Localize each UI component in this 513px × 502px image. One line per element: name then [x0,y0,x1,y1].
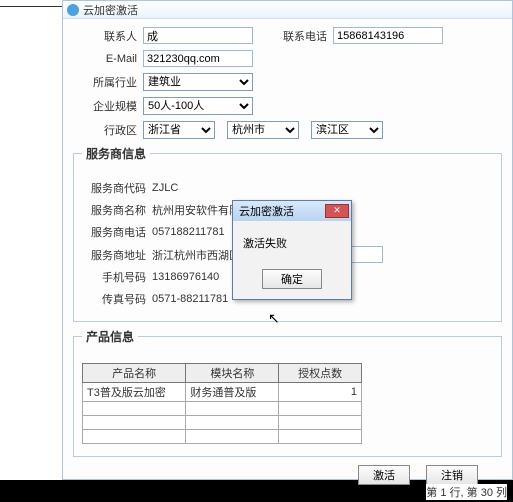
provider-code-label: 服务商代码 [82,180,152,196]
industry-select[interactable]: 建筑业 [143,73,253,91]
message-dialog: 云加密激活 ✕ 激活失败 确定 [232,200,352,300]
window-title: 云加密激活 [83,2,138,18]
dialog-ok-button[interactable]: 确定 [262,269,322,289]
provider-name-label: 服务商名称 [82,202,152,218]
provider-fax-label: 传真号码 [82,291,152,307]
product-legend: 产品信息 [82,328,138,345]
activate-button[interactable]: 激活 [358,465,410,485]
city-select[interactable]: 杭州市 [227,121,299,139]
table-row[interactable] [83,402,362,416]
app-icon [67,4,79,16]
district-select[interactable]: 滨江区 [311,121,383,139]
col-product: 产品名称 [83,364,186,383]
title-bar: 云加密激活 [63,1,512,19]
table-header-row: 产品名称 模块名称 授权点数 [83,364,362,383]
register-button[interactable]: 注销 [426,465,478,485]
col-module: 模块名称 [186,364,279,383]
province-select[interactable]: 浙江省 [143,121,215,139]
provider-tel-value: 057188211781 [152,226,225,238]
dialog-message: 激活失败 [233,221,351,255]
provider-legend: 服务商信息 [82,145,150,162]
col-license: 授权点数 [279,364,362,383]
product-table: 产品名称 模块名称 授权点数 T3普及版云加密 财务通普及版 1 [82,363,362,444]
region-label: 行政区 [73,122,143,138]
provider-mobile-label: 手机号码 [82,269,152,285]
provider-tel-label: 服务商电话 [82,224,152,240]
close-icon[interactable]: ✕ [325,204,349,218]
status-bar: 第 1 行, 第 30 列 [426,484,507,500]
dialog-title: 云加密激活 [239,203,294,219]
phone-label: 联系电话 [253,28,333,44]
contact-label: 联系人 [73,28,143,44]
industry-label: 所属行业 [73,74,143,90]
table-row[interactable]: T3普及版云加密 财务通普及版 1 [83,383,362,402]
scale-select[interactable]: 50人-100人 [143,97,253,115]
provider-fax-value: 0571-88211781 [152,293,228,305]
provider-addr-label: 服务商地址 [82,247,152,263]
contact-input[interactable] [143,27,253,44]
product-fieldset: 产品信息 产品名称 模块名称 授权点数 T3普及版云加密 财务通普及版 1 [73,328,502,457]
table-row[interactable] [83,430,362,444]
table-row[interactable] [83,416,362,430]
phone-input[interactable] [333,27,443,44]
provider-code-value: ZJLC [152,182,178,194]
email-input[interactable] [143,50,253,67]
provider-mobile-value: 13186976140 [152,271,219,283]
dialog-title-bar: 云加密激活 ✕ [233,201,351,221]
email-label: E-Mail [73,53,143,65]
scale-label: 企业规模 [73,98,143,114]
